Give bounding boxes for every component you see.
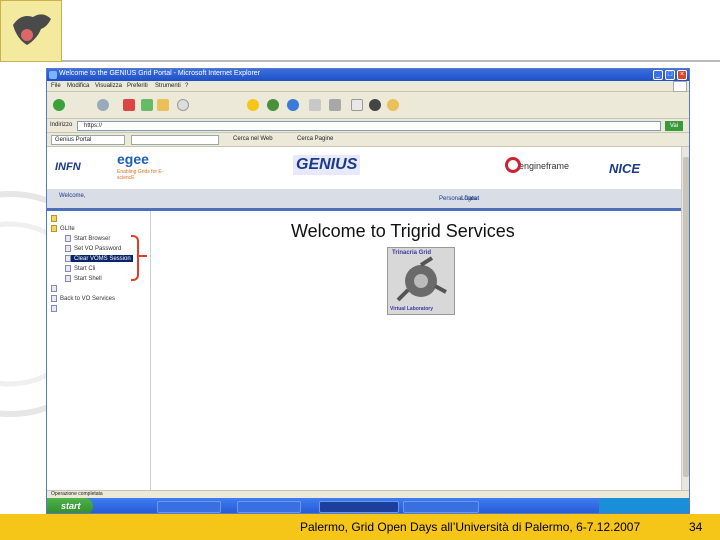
slide-header bbox=[0, 0, 720, 64]
system-tray bbox=[599, 498, 689, 513]
trigrid-logo-top-text: Trinacria Grid bbox=[392, 250, 432, 256]
tree-folder-glite[interactable]: GLIte bbox=[51, 225, 75, 232]
favorites-icon[interactable] bbox=[247, 99, 259, 111]
tree-item-start-shell[interactable]: Start Shell bbox=[65, 275, 102, 282]
taskbar-item-2[interactable] bbox=[237, 501, 301, 513]
windows-taskbar: start bbox=[47, 498, 689, 513]
window-titlebar: Welcome to the GENIUS Grid Portal - Micr… bbox=[47, 69, 689, 81]
page-number: 34 bbox=[689, 520, 703, 534]
search-web-button[interactable]: Cerca nel Web bbox=[233, 136, 273, 142]
vertical-scrollbar[interactable] bbox=[681, 147, 689, 490]
menu-tools[interactable]: Strumenti bbox=[155, 83, 181, 89]
main-content: Welcome to Trigrid Services Trinacria Gr… bbox=[151, 211, 681, 490]
go-button[interactable]: Vai bbox=[665, 121, 683, 131]
tree-item-start-cli[interactable]: Start Cli bbox=[65, 265, 95, 272]
status-text: Operazione completata bbox=[51, 491, 103, 497]
menu-bar: File Modifica Visualizza Preferiti Strum… bbox=[47, 81, 689, 92]
portal-nav-strip: Welcome, Personal Data Logout bbox=[47, 190, 681, 208]
windows-flag-icon bbox=[673, 81, 687, 92]
taskbar-item-3[interactable] bbox=[319, 501, 399, 513]
media-icon[interactable] bbox=[267, 99, 279, 111]
start-button[interactable]: start bbox=[47, 498, 93, 513]
maximize-button[interactable]: □ bbox=[665, 70, 675, 80]
header-rule bbox=[62, 60, 720, 62]
address-bar: Indirizzo https:// Vai bbox=[47, 119, 689, 133]
stop-icon[interactable] bbox=[123, 99, 135, 111]
red-bracket-annotation bbox=[131, 235, 139, 281]
messenger-icon[interactable] bbox=[387, 99, 399, 111]
close-button[interactable]: × bbox=[677, 70, 687, 80]
search-pages-button[interactable]: Cerca Pagine bbox=[297, 136, 333, 142]
welcome-user-label: Welcome, bbox=[59, 193, 86, 199]
discuss-icon[interactable] bbox=[369, 99, 381, 111]
window-title: Welcome to the GENIUS Grid Portal - Micr… bbox=[59, 70, 260, 77]
trinacria-icon bbox=[13, 14, 51, 45]
tree-item-clear-voms-session[interactable]: Clear VOMS Session bbox=[65, 255, 133, 263]
engineframe-icon bbox=[505, 157, 521, 173]
address-label: Indirizzo bbox=[50, 122, 73, 128]
print-icon[interactable] bbox=[329, 99, 341, 111]
menu-file[interactable]: File bbox=[51, 83, 61, 89]
egee-tagline: Enabling Grids for E-sciencE bbox=[117, 169, 164, 181]
ie-icon bbox=[49, 71, 57, 79]
infn-logo: INFN bbox=[55, 161, 81, 173]
nice-logo: NICE bbox=[609, 161, 641, 176]
web-page: INFN egee Enabling Grids for E-sciencE G… bbox=[47, 147, 681, 490]
welcome-title: Welcome to Trigrid Services bbox=[291, 221, 515, 241]
tree-item-start-browser[interactable]: Start Browser bbox=[65, 235, 110, 242]
menu-help[interactable]: ? bbox=[185, 83, 188, 89]
edit-icon[interactable] bbox=[351, 99, 363, 111]
tree-item-set-vo-password[interactable]: Set VO Password bbox=[65, 245, 121, 252]
slide-footer: Palermo, Grid Open Days all’Università d… bbox=[0, 514, 720, 540]
search-field[interactable] bbox=[131, 135, 219, 145]
tree-item-7[interactable] bbox=[51, 285, 60, 292]
history-icon[interactable] bbox=[287, 99, 299, 111]
portal-logo-strip: INFN egee Enabling Grids for E-sciencE G… bbox=[47, 147, 681, 190]
browser-window: Welcome to the GENIUS Grid Portal - Micr… bbox=[46, 68, 690, 514]
status-bar: Operazione completata bbox=[47, 490, 689, 498]
tree-root[interactable] bbox=[51, 215, 60, 222]
taskbar-item-1[interactable] bbox=[157, 501, 221, 513]
forward-icon[interactable] bbox=[97, 99, 109, 111]
address-input[interactable]: https:// bbox=[77, 121, 661, 131]
menu-edit[interactable]: Modifica bbox=[67, 83, 89, 89]
back-icon[interactable] bbox=[53, 99, 65, 111]
menu-favorites[interactable]: Preferiti bbox=[127, 83, 148, 89]
red-bracket-tip bbox=[139, 255, 147, 257]
toolbar bbox=[47, 93, 689, 119]
links-field[interactable]: Genius Portal bbox=[51, 135, 125, 145]
search-icon[interactable] bbox=[177, 99, 189, 111]
minimize-button[interactable]: _ bbox=[653, 70, 663, 80]
menu-view[interactable]: Visualizza bbox=[95, 83, 122, 89]
trinacria-logo bbox=[0, 0, 62, 62]
footer-text: Palermo, Grid Open Days all’Università d… bbox=[300, 520, 641, 534]
egee-logo: egee bbox=[117, 151, 149, 167]
scroll-thumb[interactable] bbox=[683, 157, 689, 477]
nav-logout[interactable]: Logout bbox=[461, 196, 479, 202]
trigrid-logo-bottom-text: Virtual Laboratory bbox=[390, 306, 433, 312]
taskbar-item-4[interactable] bbox=[403, 501, 479, 513]
trinacria-grid-icon bbox=[396, 256, 447, 302]
engineframe-logo: engineframe bbox=[519, 161, 570, 171]
tree-item-back-to-vo-services[interactable]: Back to VO Services bbox=[51, 295, 115, 302]
home-icon[interactable] bbox=[157, 99, 169, 111]
mail-icon[interactable] bbox=[309, 99, 321, 111]
genius-logo: GENIUS bbox=[293, 155, 361, 175]
tree-item-9[interactable] bbox=[51, 305, 60, 312]
refresh-icon[interactable] bbox=[141, 99, 153, 111]
links-bar: Genius Portal Cerca nel Web Cerca Pagine bbox=[47, 133, 689, 147]
trigrid-logo: Trinacria Grid Virtual Laboratory bbox=[387, 247, 455, 315]
